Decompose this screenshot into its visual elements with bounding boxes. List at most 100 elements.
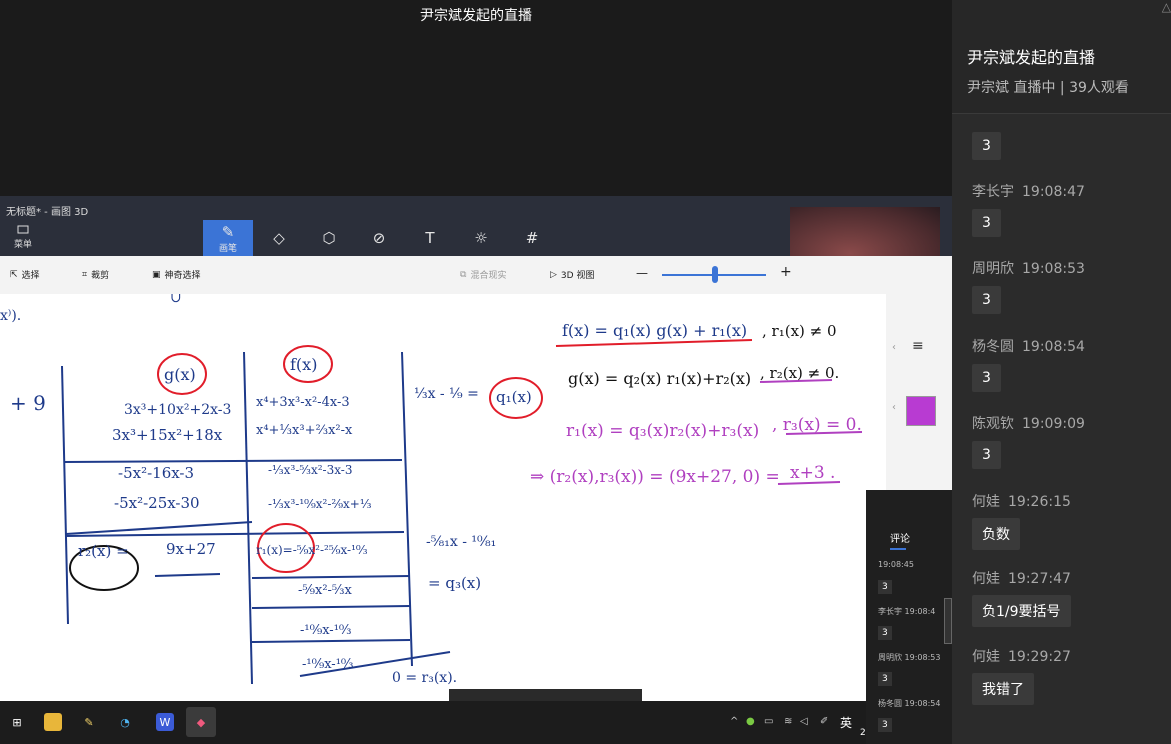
sender-name: 李长宇	[972, 184, 1014, 200]
mini-comment-msg: 3	[878, 580, 892, 594]
color-swatch[interactable]	[906, 396, 936, 426]
stream-area: 尹宗斌发起的直播 无标题* - 画图 3D 菜单 ✎ 画笔 ◇ ⬡ ⊘ T ☼ …	[0, 0, 952, 744]
chat-message: 负1/9要括号	[972, 595, 1071, 627]
volume-icon[interactable]: ◁	[800, 716, 808, 727]
g-label: g(x)	[164, 365, 196, 384]
3d-shapes-tool[interactable]: ⬡	[304, 220, 354, 256]
mixed-reality-button[interactable]: ⧉ 混合现实	[460, 268, 507, 282]
chat-message: 负数	[972, 518, 1020, 550]
drawing-canvas[interactable]: x⁾). ∪ + 9 g(x) f(x) 3x³+10x²+2x-3 3x³+1…	[0, 294, 886, 686]
crop-button[interactable]: ⌗ 裁剪	[82, 268, 109, 282]
start-icon[interactable]: ⊞	[8, 713, 26, 731]
chat-message: 3	[972, 286, 1001, 314]
tray-app-icon[interactable]: ●	[746, 716, 755, 727]
2d-shapes-tool[interactable]: ◇	[254, 220, 304, 256]
chat-sender: 杨冬圆 19:08:54	[972, 336, 1085, 356]
3d-view-button[interactable]: ▷ 3D 视图	[550, 268, 594, 282]
zoom-in-button[interactable]: +	[780, 264, 792, 280]
r2-label: r₂(x) =	[78, 542, 129, 560]
sender-name: 陈观钦	[972, 416, 1014, 432]
left-row-1: 3x³+10x²+2x-3	[124, 402, 231, 418]
chat-message: 3	[972, 132, 1001, 160]
shared-screen: 无标题* - 画图 3D 菜单 ✎ 画笔 ◇ ⬡ ⊘ T ☼ # ⇱ 选择 ⌗ 裁剪…	[0, 196, 952, 744]
paint3d-titlebar: 无标题* - 画图 3D 菜单 ✎ 画笔 ◇ ⬡ ⊘ T ☼ #	[0, 196, 952, 300]
stream-title: 尹宗斌发起的直播	[420, 8, 532, 24]
live-status: 直播中	[1013, 80, 1056, 96]
cursor-icon: ⇱	[10, 269, 18, 280]
stickers-icon: ⊘	[372, 229, 386, 247]
magic-select-label: 神奇选择	[164, 271, 201, 281]
right-row-9: 0 = r₃(x).	[392, 670, 457, 686]
comments-tab[interactable]: 评论	[890, 530, 910, 545]
notepad-icon[interactable]: ✎	[80, 713, 98, 731]
right-row-4: -⅓x³-¹⁰⁄₉x²-²⁄₉x+⅓	[268, 497, 372, 511]
message-time: 19:27:47	[1008, 571, 1071, 587]
live-title: 尹宗斌发起的直播	[967, 48, 1096, 67]
left-row-3: -5x²-16x-3	[118, 464, 194, 482]
zoom-out-button[interactable]: —	[636, 266, 648, 280]
effects-tool[interactable]: ☼	[456, 220, 506, 256]
search-app-icon[interactable]: ◔	[116, 713, 134, 731]
u-mark: ∪	[170, 294, 182, 306]
r2-value: 9x+27	[166, 540, 216, 558]
quotient-1-label: q₁(x)	[496, 388, 532, 406]
magic-select-button[interactable]: ▣ 神奇选择	[152, 268, 201, 282]
left-row-2: 3x³+15x²+18x	[112, 426, 223, 444]
effects-icon: ☼	[474, 229, 488, 247]
sender-name: 何娃	[972, 649, 1000, 665]
equation-1: f(x) = q₁(x) g(x) + r₁(x)	[562, 321, 747, 340]
right-row-5: r₁(x)=-⁵⁄₉x²-²⁵⁄₉x-¹⁰⁄₃	[256, 543, 368, 557]
ime-indicator[interactable]: 英	[840, 714, 852, 731]
mixed-reality-label: 混合现实	[470, 271, 507, 281]
equation-2-condition: , r₂(x) ≠ 0.	[760, 364, 839, 382]
canvas-tool[interactable]: #	[507, 220, 557, 256]
tray-chevron-icon[interactable]: ^	[730, 716, 738, 727]
left-row-4: -5x²-25x-30	[114, 494, 200, 512]
message-time: 19:08:54	[1022, 339, 1085, 355]
chat-sender: 陈观钦 19:09:09	[972, 413, 1085, 433]
right-row-2: x⁴+⅓x³+⅔x²-x	[256, 423, 353, 438]
text-tool[interactable]: T	[405, 220, 455, 256]
mini-comment-name: 周明欣 19:08:53	[878, 653, 941, 662]
crop-icon: ⌗	[82, 269, 88, 280]
quotient-3-label: = q₃(x)	[428, 574, 481, 592]
sender-name: 何娃	[972, 571, 1000, 587]
comments-tab-underline	[890, 548, 906, 550]
paint3d-subtoolbar: ⇱ 选择 ⌗ 裁剪 ▣ 神奇选择 ⧉ 混合现实 ▷ 3D 视图 — +	[0, 256, 952, 295]
3d-shapes-icon: ⬡	[322, 229, 336, 247]
adjust-icon[interactable]: ≡	[912, 338, 924, 354]
corner-icon[interactable]: △	[1162, 0, 1171, 14]
paint3d-icon[interactable]: ◆	[186, 707, 216, 737]
right-row-1: x⁴+3x³-x²-4x-3	[256, 395, 350, 410]
select-button[interactable]: ⇱ 选择	[10, 268, 40, 282]
volume-meter	[944, 598, 952, 644]
viewer-count: 39人观看	[1069, 80, 1129, 96]
chat-sender: 何娃 19:29:27	[972, 646, 1071, 666]
sender-name: 周明欣	[972, 261, 1014, 277]
right-row-8: -¹⁰⁄₉x-¹⁰⁄₃	[302, 657, 354, 672]
message-time: 19:08:47	[1022, 184, 1085, 200]
pen-icon[interactable]: ✐	[820, 716, 828, 727]
x-fragment: x⁾).	[0, 308, 21, 324]
chat-sender: 何娃 19:26:15	[972, 491, 1071, 511]
menu-button[interactable]: 菜单	[12, 224, 34, 250]
message-time: 19:26:15	[1008, 494, 1071, 510]
paint3d-side-panel: ≡ ‹ ‹	[886, 294, 952, 494]
live-header: △ 尹宗斌发起的直播 尹宗斌 直播中 | 39人观看	[952, 0, 1171, 114]
chat-message: 3	[972, 209, 1001, 237]
file-explorer-icon[interactable]	[44, 713, 62, 731]
handwriting-layer: x⁾). ∪ + 9 g(x) f(x) 3x³+10x²+2x-3 3x³+1…	[0, 294, 863, 686]
quotient-1: ⅓x - ¹⁄₉ =	[414, 386, 479, 402]
stickers-tool[interactable]: ⊘	[354, 220, 404, 256]
collapse-arrow-icon[interactable]: ‹	[892, 342, 896, 353]
zoom-slider-thumb[interactable]	[712, 266, 718, 283]
chat-sender: 李长宇 19:08:47	[972, 181, 1085, 201]
message-time: 19:09:09	[1022, 416, 1085, 432]
wps-icon[interactable]: W	[156, 713, 174, 731]
mini-comment-msg: 3	[878, 718, 892, 732]
wifi-icon[interactable]: ≋	[784, 716, 792, 727]
expand-arrow-icon[interactable]: ‹	[892, 402, 896, 413]
brush-tool[interactable]: ✎ 画笔	[203, 220, 253, 256]
live-subtitle: 尹宗斌 直播中 | 39人观看	[967, 77, 1129, 97]
clock[interactable]: 2	[860, 728, 866, 738]
